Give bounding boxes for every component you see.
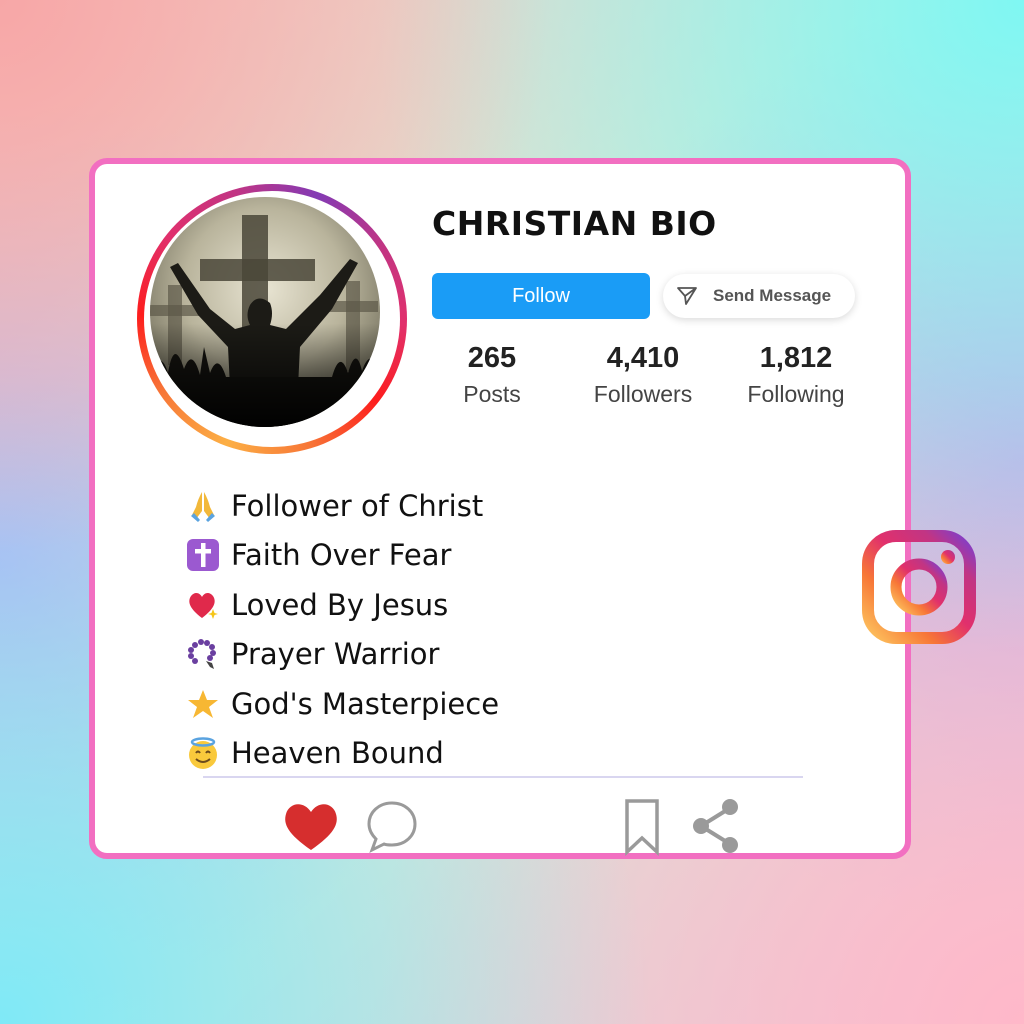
stat-posts-label: Posts: [463, 381, 521, 407]
sparkling-heart-icon: [184, 586, 222, 624]
avatar[interactable]: [137, 184, 407, 454]
bio-line: Prayer Warrior: [184, 630, 499, 680]
divider: [203, 776, 803, 778]
bio-line-text: Heaven Bound: [231, 736, 444, 771]
stat-posts-value: 265: [467, 342, 517, 374]
bio-line: God's Masterpiece: [184, 679, 499, 729]
glowing-star-icon: [184, 685, 222, 723]
stat-posts[interactable]: 265 Posts: [422, 342, 562, 408]
stat-following-label: Following: [747, 381, 845, 407]
halo-face-icon: [184, 734, 222, 772]
stat-followers-value: 4,410: [606, 342, 680, 374]
bio-line: Faith Over Fear: [184, 531, 499, 581]
bio-line: Loved By Jesus: [184, 580, 499, 630]
stat-followers[interactable]: 4,410 Followers: [573, 342, 713, 408]
bookmark-icon[interactable]: [622, 798, 662, 856]
send-message-label: Send Message: [713, 286, 832, 305]
bio-line-text: Prayer Warrior: [231, 637, 440, 672]
stat-following[interactable]: 1,812 Following: [726, 342, 866, 408]
prayer-beads-icon: [184, 635, 222, 673]
bio-line-text: Faith Over Fear: [231, 538, 452, 573]
send-icon: [677, 287, 697, 305]
bio-line-text: God's Masterpiece: [231, 686, 500, 721]
praying-hands-icon: [184, 487, 222, 525]
profile-title: CHRISTIAN BIO: [432, 204, 717, 243]
bio-line-text: Loved By Jesus: [231, 587, 449, 622]
share-icon[interactable]: [688, 796, 744, 856]
instagram-logo-icon: [862, 530, 976, 644]
comment-icon[interactable]: [364, 798, 420, 854]
follow-button[interactable]: Follow: [432, 273, 650, 319]
stat-followers-label: Followers: [593, 381, 693, 407]
bio-line: Follower of Christ: [184, 481, 499, 531]
bio: Follower of Christ Faith Over Fear Loved…: [184, 481, 499, 778]
avatar-photo: [150, 197, 380, 427]
like-icon[interactable]: [282, 800, 340, 852]
bio-line: Heaven Bound: [184, 729, 499, 779]
bio-line-text: Follower of Christ: [231, 488, 484, 523]
latin-cross-icon: [184, 536, 222, 574]
profile-card: CHRISTIAN BIO Follow Send Message 265 Po…: [89, 158, 911, 859]
send-message-button[interactable]: Send Message: [663, 274, 855, 318]
stat-following-value: 1,812: [759, 342, 833, 374]
